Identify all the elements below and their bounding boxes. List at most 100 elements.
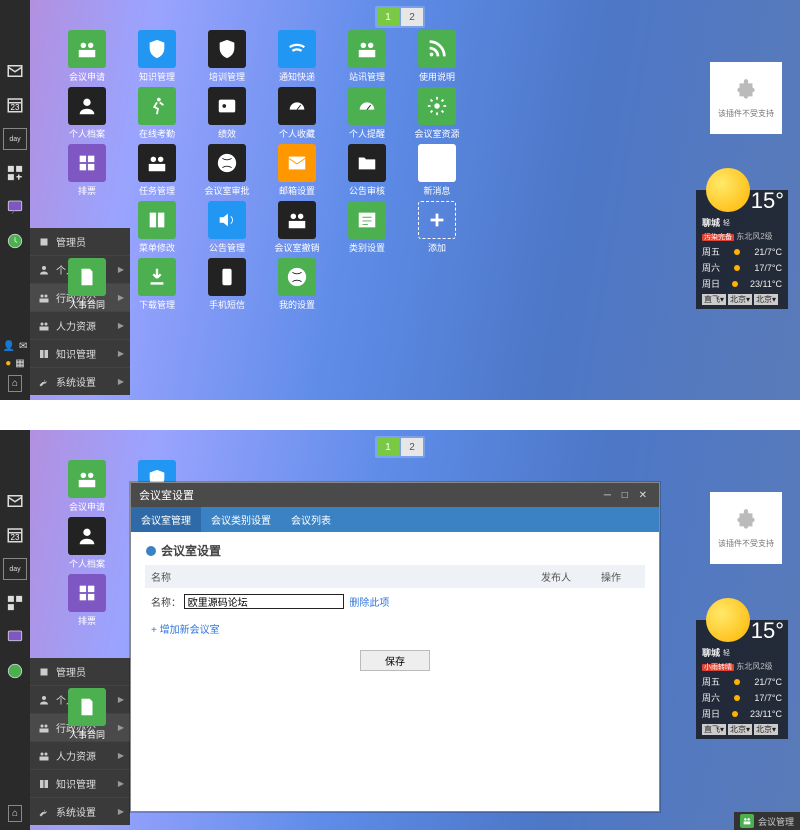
app-tile[interactable]: 会议室资源 (406, 87, 468, 140)
tile-label: 个人档案 (69, 127, 105, 140)
forecast-row: 周日23/11°C (702, 277, 782, 290)
user-icon (68, 517, 106, 555)
app-tile[interactable]: 邮箱设置 (266, 144, 328, 197)
max-icon[interactable]: □ (622, 490, 632, 501)
xbox-icon (208, 144, 246, 182)
app-tile[interactable]: 新消息 (406, 144, 468, 197)
pager-page-2[interactable]: 2 (401, 438, 423, 456)
menu-item[interactable]: 知识管理▶ (30, 340, 130, 368)
mail-icon[interactable] (3, 490, 27, 512)
app-tile[interactable]: 类别设置 (336, 201, 398, 254)
pager-page-2[interactable]: 2 (401, 8, 423, 26)
app-tile[interactable]: 知识管理 (126, 30, 188, 83)
app-tile[interactable]: 任务管理 (126, 144, 188, 197)
app-tile[interactable]: 添加 (406, 201, 468, 254)
app-tile[interactable]: 菜单修改 (126, 201, 188, 254)
weather-select[interactable]: 北京▾ (728, 294, 752, 305)
save-button[interactable]: 保存 (360, 650, 430, 671)
app-tile[interactable]: 我的设置 (266, 258, 328, 311)
menu-item[interactable]: 知识管理▶ (30, 770, 130, 798)
home-icon[interactable]: ⌂ (8, 375, 22, 392)
clock-icon[interactable] (3, 660, 27, 682)
app-tile[interactable]: 绩效 (196, 87, 258, 140)
close-icon[interactable]: ✕ (639, 490, 651, 501)
weather-select[interactable]: 北京▾ (728, 724, 752, 735)
chat-icon[interactable] (3, 626, 27, 648)
menu-item[interactable]: 系统设置▶ (30, 798, 130, 825)
app-tile[interactable]: 手机短信 (196, 258, 258, 311)
user-icon (68, 87, 106, 125)
delete-link[interactable]: 删除此项 (349, 598, 389, 609)
mail-dark-icon (418, 144, 456, 182)
sidebar: 23 day 👤 ✉ ● ▦ ⌂ (0, 0, 30, 400)
grid-icon[interactable] (3, 162, 27, 184)
app-tile[interactable]: 人事合同 (56, 688, 118, 741)
menu-item[interactable]: 人力资源▶ (30, 312, 130, 340)
calendar-icon[interactable]: 23 (3, 94, 27, 116)
tile-label: 我的设置 (279, 298, 315, 311)
weather-select[interactable]: 北京▾ (754, 294, 778, 305)
tile-label: 会议申请 (69, 500, 105, 513)
day-icon[interactable]: day (3, 128, 27, 150)
tab-list[interactable]: 会议列表 (281, 507, 341, 532)
menu-item[interactable]: 系统设置▶ (30, 368, 130, 395)
people-icon (68, 30, 106, 68)
plugin-text: 该插件不受支持 (718, 538, 774, 549)
dot-icon (734, 695, 740, 701)
app-tile[interactable]: 公告审核 (336, 144, 398, 197)
tile-label: 下载管理 (139, 298, 175, 311)
pager-page-1[interactable]: 1 (377, 438, 399, 456)
app-tile[interactable]: 会议室审批 (196, 144, 258, 197)
app-tile[interactable]: 公告管理 (196, 201, 258, 254)
app-tile[interactable]: 个人档案 (56, 87, 118, 140)
settings-table: 名称 发布人 操作 名称： 删除此项 + 增加新会议室 (145, 565, 645, 642)
app-tile[interactable]: 个人档案 (56, 517, 118, 570)
dot-icon (734, 249, 740, 255)
app-tile[interactable]: 培训管理 (196, 30, 258, 83)
app-tile[interactable]: 通知快递 (266, 30, 328, 83)
chat-icon[interactable] (3, 196, 27, 218)
row-label: 名称： (151, 598, 181, 609)
app-tile[interactable]: 人事合同 (56, 258, 118, 311)
app-tile[interactable]: 下载管理 (126, 258, 188, 311)
tab-room-manage[interactable]: 会议室管理 (131, 507, 201, 532)
menu-item[interactable]: 人力资源▶ (30, 742, 130, 770)
app-tile[interactable]: 个人提醒 (336, 87, 398, 140)
user-icon[interactable]: 👤 (3, 341, 15, 352)
day-icon[interactable]: day (3, 558, 27, 580)
weather-select[interactable]: 北京▾ (754, 724, 778, 735)
app-tile[interactable]: 会议申请 (56, 30, 118, 83)
clock-icon[interactable] (3, 230, 27, 252)
weather-select[interactable]: 直飞▾ (702, 724, 726, 735)
weather-select[interactable]: 直飞▾ (702, 294, 726, 305)
calendar-icon[interactable]: 23 (3, 524, 27, 546)
app-tile[interactable]: 在线考勤 (126, 87, 188, 140)
dialog-tabs: 会议室管理 会议类别设置 会议列表 (131, 507, 659, 532)
sun-icon (706, 168, 750, 212)
dialog-titlebar[interactable]: 会议室设置 ─ □ ✕ (131, 483, 659, 507)
tile-label: 新消息 (423, 184, 450, 197)
mail-icon[interactable] (3, 60, 27, 82)
grid-mini-icon[interactable]: ▦ (15, 358, 24, 369)
tile-label: 邮箱设置 (279, 184, 315, 197)
app-tile[interactable]: 个人收藏 (266, 87, 328, 140)
grid-icon[interactable] (3, 592, 27, 614)
room-name-input[interactable] (184, 594, 344, 609)
app-tile[interactable]: 站讯管理 (336, 30, 398, 83)
min-icon[interactable]: ─ (604, 490, 615, 501)
pager-page-1[interactable]: 1 (377, 8, 399, 26)
app-tile[interactable]: 会议申请 (56, 460, 118, 513)
mail-mini-icon[interactable]: ✉ (19, 341, 27, 352)
app-grid: 会议申请知识管理培训管理通知快递站讯管理使用说明个人档案 在线考勤绩效个人收藏个人… (56, 30, 538, 311)
app-tile[interactable]: 排票 (56, 144, 118, 197)
tab-category[interactable]: 会议类别设置 (201, 507, 281, 532)
menu-label: 知识管理 (56, 776, 96, 791)
app-tile[interactable]: 会议室撤销 (266, 201, 328, 254)
sun-mini-icon[interactable]: ● (5, 358, 11, 369)
app-tile[interactable]: 排票 (56, 574, 118, 627)
wifi-icon (278, 30, 316, 68)
statusbar[interactable]: 会议管理 (734, 812, 800, 830)
app-tile[interactable]: 使用说明 (406, 30, 468, 83)
home-icon[interactable]: ⌂ (8, 805, 22, 822)
add-room-link[interactable]: + 增加新会议室 (151, 625, 220, 636)
